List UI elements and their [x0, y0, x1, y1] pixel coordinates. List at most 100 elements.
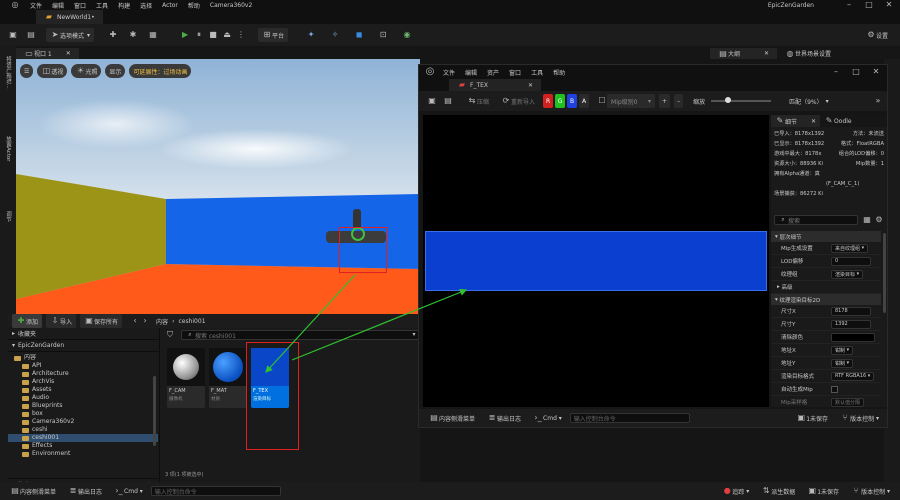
- console-input[interactable]: 输入控制台命令: [150, 486, 281, 496]
- te-cmd-select[interactable]: ›_ Cmd ▾: [529, 411, 566, 425]
- reimport-button[interactable]: ⟳ 重新导入: [497, 94, 539, 108]
- save-icon[interactable]: ▣: [8, 30, 18, 40]
- te-save-icon[interactable]: ▣: [427, 96, 437, 106]
- viewport-tab-close-icon[interactable]: ✕: [66, 50, 71, 57]
- drawer-button[interactable]: ▤ 内容侧滑菜单: [6, 484, 60, 498]
- viewport[interactable]: ☰ ◫ 透视 ☀ 光照 显示 可延展性：过场动画: [16, 59, 420, 314]
- content-icon[interactable]: ▤: [26, 30, 36, 40]
- te-close-icon[interactable]: ✕: [871, 67, 881, 77]
- add-button[interactable]: ✚ 添加: [12, 314, 43, 328]
- details-gear-icon[interactable]: ⚙: [874, 215, 884, 225]
- menu-actor[interactable]: Actor: [162, 2, 178, 9]
- channel-b-button[interactable]: B: [567, 94, 578, 108]
- compress-button[interactable]: ⇆ 压缩: [463, 94, 493, 108]
- auto-mips-checkbox[interactable]: [831, 385, 838, 393]
- cinematics-icon[interactable]: ▦: [148, 30, 158, 40]
- cmd-select[interactable]: ›_ Cmd ▾: [110, 484, 147, 498]
- viewport-tab[interactable]: ▭ 视口 1 ✕: [16, 48, 79, 59]
- te-browse-icon[interactable]: ▤: [443, 96, 453, 106]
- address-x-select[interactable]: 钳制 ▾: [831, 345, 854, 355]
- channel-r-button[interactable]: R: [543, 94, 554, 108]
- project-header[interactable]: ▾ EpicZenGarden: [8, 340, 159, 352]
- mip-minus-button[interactable]: –: [674, 94, 684, 108]
- settings-button[interactable]: ⚙ 设置: [862, 28, 892, 42]
- folder-item[interactable]: ArchVis: [8, 378, 158, 386]
- pause-icon[interactable]: ⏸: [194, 30, 204, 40]
- history-forward-icon[interactable]: ›: [140, 316, 150, 326]
- folder-root[interactable]: 内容: [8, 354, 158, 362]
- menu-window[interactable]: 窗口: [74, 1, 86, 10]
- import-button[interactable]: ⇩ 导入: [46, 314, 77, 328]
- left-strip-label-mid[interactable]: 放置Actor: [4, 136, 12, 161]
- folder-item[interactable]: Assets: [8, 386, 158, 394]
- address-y-select[interactable]: 钳制 ▾: [831, 358, 854, 368]
- lod-bias-input[interactable]: 0: [831, 256, 871, 266]
- outliner-close-icon[interactable]: ✕: [764, 50, 769, 57]
- folder-item[interactable]: API: [8, 362, 158, 370]
- save-all-button[interactable]: ▣ 保存所有: [80, 314, 123, 328]
- folder-item[interactable]: Effects: [8, 442, 158, 450]
- asset-tile-mat[interactable]: F_MAT 材质: [209, 348, 247, 408]
- source-control-button[interactable]: ⑂ 版本控制 ▾: [847, 484, 894, 498]
- mip-level-select[interactable]: Mip级别0 ▾: [607, 94, 656, 108]
- history-back-icon[interactable]: ‹: [130, 316, 140, 326]
- folder-item[interactable]: Blueprints: [8, 402, 158, 410]
- tree-scrollbar[interactable]: [153, 376, 156, 446]
- zoom-slider[interactable]: [711, 97, 772, 103]
- details-scrollbar[interactable]: [883, 233, 886, 313]
- size-y-input[interactable]: 1392: [831, 319, 871, 329]
- show-button[interactable]: 显示: [105, 64, 126, 78]
- breadcrumb-root[interactable]: 内容: [156, 317, 168, 326]
- folder-item[interactable]: Architecture: [8, 370, 158, 378]
- mip-plus-button[interactable]: +: [659, 94, 671, 108]
- te-menu-help[interactable]: 帮助: [553, 68, 565, 77]
- mips-filter-select[interactable]: 默认值分隔: [831, 397, 865, 407]
- filter-icon[interactable]: ⛉: [165, 330, 175, 340]
- channel-g-button[interactable]: G: [555, 94, 566, 108]
- tab-world-settings[interactable]: ◍ 世界场景设置: [777, 48, 839, 59]
- te-menu-asset[interactable]: 资产: [487, 68, 499, 77]
- mode-select-button[interactable]: ➤ 选项模式 ▾: [46, 28, 95, 42]
- te-maximize-icon[interactable]: □: [851, 67, 861, 77]
- render-format-select[interactable]: RTF RGBA16 ▾: [831, 371, 875, 381]
- menu-help[interactable]: 帮助: [188, 1, 200, 10]
- te-menu-tools[interactable]: 工具: [531, 68, 543, 77]
- menu-camera360[interactable]: Camera360v2: [210, 2, 252, 9]
- section-render-target[interactable]: ▾ 纹理渲染目标2D: [771, 294, 881, 305]
- te-toolbar-more-icon[interactable]: »: [873, 96, 883, 106]
- folder-item[interactable]: Environment: [8, 450, 158, 458]
- te-output-log-button[interactable]: ≣ 输出日志: [483, 411, 525, 425]
- tab-oodle[interactable]: ✎ Oodle: [820, 115, 856, 127]
- minimize-icon[interactable]: –: [844, 0, 854, 10]
- menu-tools[interactable]: 工具: [96, 1, 108, 10]
- platform-button[interactable]: ⊞ 平台: [258, 28, 289, 42]
- mip-toggle-icon[interactable]: ☐: [597, 96, 607, 106]
- clear-color-swatch[interactable]: [831, 332, 875, 342]
- te-unsaved-indicator[interactable]: ▣ 1未保存: [792, 411, 832, 425]
- lit-button[interactable]: ☀ 光照: [71, 64, 102, 78]
- folder-item[interactable]: Camera360v2: [8, 418, 158, 426]
- texture-viewport[interactable]: [423, 115, 769, 407]
- tool-icon-4[interactable]: ⊡: [378, 30, 388, 40]
- breadcrumb-current[interactable]: ceshi001: [178, 318, 205, 325]
- mip-gen-select[interactable]: 来自纹理组 ▾: [831, 243, 869, 253]
- menu-select[interactable]: 选择: [140, 1, 152, 10]
- derived-data-button[interactable]: ⇅ 派生数据: [757, 484, 799, 498]
- stop-icon[interactable]: ■: [208, 30, 218, 40]
- te-source-control-button[interactable]: ⑂ 版本控制 ▾: [836, 411, 883, 425]
- channel-a-button[interactable]: A: [579, 94, 590, 108]
- folder-item[interactable]: ceshi: [8, 426, 158, 434]
- menu-edit[interactable]: 编辑: [52, 1, 64, 10]
- details-search-input[interactable]: ⌕ 搜索: [774, 215, 858, 225]
- te-menu-window[interactable]: 窗口: [509, 68, 521, 77]
- fit-zoom-select[interactable]: 匹配（9%） ▾: [785, 94, 833, 108]
- more-options-icon[interactable]: ⋮: [236, 30, 246, 40]
- menu-build[interactable]: 构建: [118, 1, 130, 10]
- tool-icon-1[interactable]: ✦: [306, 30, 316, 40]
- te-menu-edit[interactable]: 编辑: [465, 68, 477, 77]
- maximize-icon[interactable]: □: [864, 0, 874, 10]
- unsaved-indicator[interactable]: ▣ 1未保存: [803, 484, 843, 498]
- output-log-button[interactable]: ≣ 输出日志: [64, 484, 106, 498]
- te-minimize-icon[interactable]: –: [831, 67, 841, 77]
- folder-item-selected[interactable]: ceshi001: [8, 434, 158, 442]
